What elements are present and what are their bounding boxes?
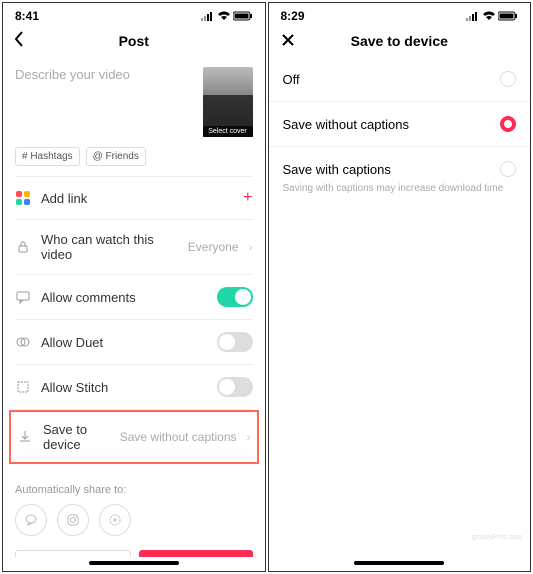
status-bar: 8:41 (3, 3, 265, 25)
option-off[interactable]: Off (269, 57, 531, 101)
status-bar: 8:29 (269, 3, 531, 25)
video-thumbnail[interactable]: Select cover (203, 67, 253, 137)
stitch-icon (15, 379, 31, 395)
save-to-device-screen: 8:29 Save to device Off Save without cap… (268, 2, 532, 572)
content: Describe your video Select cover # Hasht… (3, 57, 265, 557)
post-button[interactable]: Post (139, 550, 253, 557)
header: Post (3, 25, 265, 57)
comments-row: Allow comments (3, 275, 265, 319)
status-indicators (466, 11, 518, 21)
duet-row: Allow Duet (3, 320, 265, 364)
add-link-label: Add link (41, 191, 233, 206)
lock-icon (15, 239, 31, 255)
share-stories-icon[interactable] (99, 504, 131, 536)
duet-icon (15, 334, 31, 350)
save-label: Save to device (43, 422, 110, 452)
share-chat-icon[interactable] (15, 504, 47, 536)
add-link-icon (15, 190, 31, 206)
status-time: 8:41 (15, 9, 39, 23)
home-indicator (354, 561, 444, 565)
stitch-label: Allow Stitch (41, 380, 207, 395)
option-with-subtitle: Saving with captions may increase downlo… (269, 183, 531, 204)
tags-row: # Hashtags @ Friends (3, 147, 265, 176)
hashtags-button[interactable]: # Hashtags (15, 147, 80, 166)
content: Off Save without captions Save with capt… (269, 57, 531, 557)
friends-button[interactable]: @ Friends (86, 147, 146, 166)
option-without-captions[interactable]: Save without captions (269, 102, 531, 146)
header: Save to device (269, 25, 531, 57)
save-to-device-highlight: Save to device Save without captions › (9, 410, 259, 464)
status-time: 8:29 (281, 9, 305, 23)
share-icons (3, 504, 265, 550)
comment-icon (15, 289, 31, 305)
select-cover-label[interactable]: Select cover (203, 126, 253, 137)
radio-without[interactable] (500, 116, 516, 132)
save-to-device-row[interactable]: Save to device Save without captions › (11, 412, 257, 462)
post-screen: 8:41 Post Describe your video Select cov… (2, 2, 266, 572)
privacy-row[interactable]: Who can watch this video Everyone › (3, 220, 265, 274)
privacy-value: Everyone (188, 240, 239, 254)
status-indicators (201, 11, 253, 21)
comments-toggle[interactable] (217, 287, 253, 307)
page-title: Post (119, 33, 149, 49)
back-icon[interactable] (13, 31, 25, 52)
drafts-button[interactable]: Drafts (15, 550, 131, 557)
option-with-label: Save with captions (283, 162, 391, 177)
bottom-buttons: Drafts Post (3, 550, 265, 557)
option-off-label: Off (283, 72, 300, 87)
privacy-label: Who can watch this video (41, 232, 178, 262)
download-icon (17, 429, 33, 445)
chevron-right-icon: › (247, 430, 251, 444)
page-title: Save to device (351, 33, 448, 49)
plus-icon: + (243, 189, 252, 207)
stitch-row: Allow Stitch (3, 365, 265, 409)
home-indicator (89, 561, 179, 565)
close-icon[interactable] (281, 31, 295, 52)
describe-row: Describe your video Select cover (3, 57, 265, 147)
duet-toggle[interactable] (217, 332, 253, 352)
chevron-right-icon: › (249, 240, 253, 254)
auto-share-label: Automatically share to: (3, 464, 265, 504)
stitch-toggle[interactable] (217, 377, 253, 397)
duet-label: Allow Duet (41, 335, 207, 350)
comments-label: Allow comments (41, 290, 207, 305)
radio-off[interactable] (500, 71, 516, 87)
share-instagram-icon[interactable] (57, 504, 89, 536)
save-value: Save without captions (120, 430, 237, 444)
radio-with[interactable] (500, 161, 516, 177)
caption-input[interactable]: Describe your video (15, 67, 195, 137)
option-without-label: Save without captions (283, 117, 409, 132)
add-link-row[interactable]: Add link + (3, 177, 265, 219)
watermark: groovyPost.com (472, 534, 522, 541)
